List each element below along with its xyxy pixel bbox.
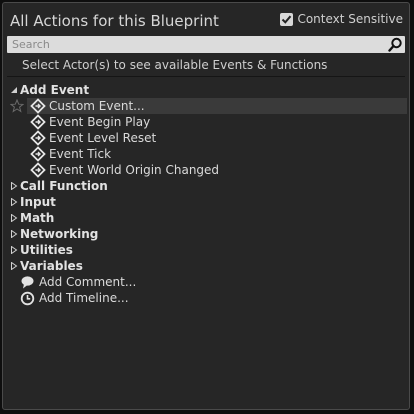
event-diamond-icon bbox=[30, 98, 46, 114]
tree-item-event-world-origin-changed[interactable]: Event World Origin Changed bbox=[3, 162, 409, 178]
tree-item-event-level-reset[interactable]: Event Level Reset bbox=[3, 130, 409, 146]
collapsed-arrow-icon[interactable] bbox=[10, 230, 18, 238]
context-sensitive-checkbox[interactable] bbox=[280, 12, 294, 26]
collapsed-arrow-icon[interactable] bbox=[10, 214, 18, 222]
category-label: Math bbox=[20, 211, 55, 225]
category-label: Input bbox=[20, 195, 56, 209]
category-call-function[interactable]: Call Function bbox=[3, 178, 409, 194]
clock-icon bbox=[20, 291, 35, 306]
collapsed-arrow-icon[interactable] bbox=[10, 246, 18, 254]
favorite-star-icon[interactable] bbox=[10, 99, 24, 113]
search-icon[interactable] bbox=[388, 37, 403, 56]
category-label: Add Event bbox=[20, 83, 90, 97]
category-variables[interactable]: Variables bbox=[3, 258, 409, 274]
action-tree: Add Event Custom Event... Event Begin Pl… bbox=[3, 82, 409, 306]
event-diamond-icon bbox=[30, 114, 46, 130]
divider bbox=[7, 76, 405, 77]
category-label: Variables bbox=[20, 259, 83, 273]
event-diamond-icon bbox=[30, 130, 46, 146]
expanded-arrow-icon[interactable] bbox=[10, 86, 18, 94]
category-add-event[interactable]: Add Event bbox=[3, 82, 409, 98]
category-math[interactable]: Math bbox=[3, 210, 409, 226]
tree-item-label: Event Begin Play bbox=[49, 115, 151, 129]
context-hint: Select Actor(s) to see available Events … bbox=[22, 58, 328, 72]
category-label: Call Function bbox=[20, 179, 108, 193]
tree-item-label: Event Tick bbox=[49, 147, 112, 161]
tree-item-custom-event[interactable]: Custom Event... bbox=[3, 98, 409, 114]
category-utilities[interactable]: Utilities bbox=[3, 242, 409, 258]
event-diamond-icon bbox=[30, 146, 46, 162]
category-input[interactable]: Input bbox=[3, 194, 409, 210]
collapsed-arrow-icon[interactable] bbox=[10, 198, 18, 206]
category-label: Networking bbox=[20, 227, 99, 241]
action-menu-panel: All Actions for this Blueprint Context S… bbox=[2, 2, 410, 410]
tree-item-add-timeline[interactable]: Add Timeline... bbox=[3, 290, 409, 306]
tree-item-label: Event Level Reset bbox=[49, 131, 157, 145]
tree-item-add-comment[interactable]: Add Comment... bbox=[3, 274, 409, 290]
tree-item-label: Event World Origin Changed bbox=[49, 163, 220, 177]
category-label: Utilities bbox=[20, 243, 73, 257]
tree-item-label: Custom Event... bbox=[49, 99, 145, 113]
tree-item-event-tick[interactable]: Event Tick bbox=[3, 146, 409, 162]
event-diamond-icon bbox=[30, 162, 46, 178]
category-networking[interactable]: Networking bbox=[3, 226, 409, 242]
window-title: All Actions for this Blueprint bbox=[10, 12, 219, 30]
search-box[interactable] bbox=[7, 36, 405, 53]
tree-item-label: Add Comment... bbox=[39, 275, 137, 289]
tree-item-label: Add Timeline... bbox=[39, 291, 129, 305]
collapsed-arrow-icon[interactable] bbox=[10, 262, 18, 270]
search-input[interactable] bbox=[7, 36, 387, 53]
context-sensitive-label: Context Sensitive bbox=[297, 12, 403, 26]
collapsed-arrow-icon[interactable] bbox=[10, 182, 18, 190]
tree-item-event-begin-play[interactable]: Event Begin Play bbox=[3, 114, 409, 130]
checkmark-icon bbox=[282, 15, 292, 24]
comment-bubble-icon bbox=[21, 276, 34, 289]
context-sensitive-toggle[interactable]: Context Sensitive bbox=[280, 12, 403, 26]
